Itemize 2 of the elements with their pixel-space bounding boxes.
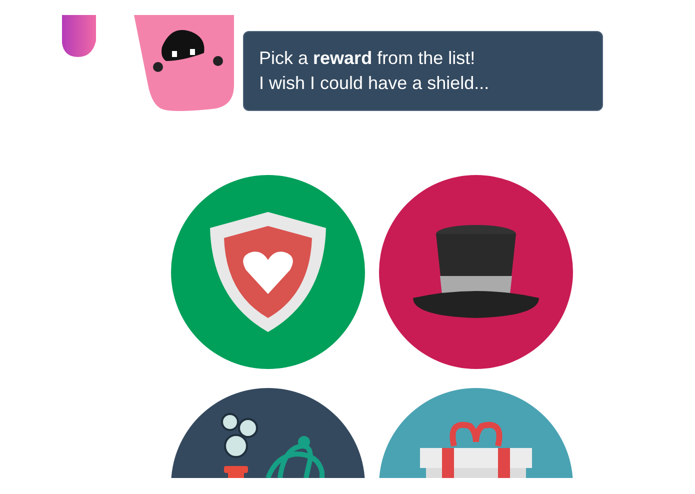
bubble-text: Pick a reward from the list! bbox=[259, 47, 476, 70]
bubble-text: I wish I could have a shield... bbox=[259, 72, 490, 95]
